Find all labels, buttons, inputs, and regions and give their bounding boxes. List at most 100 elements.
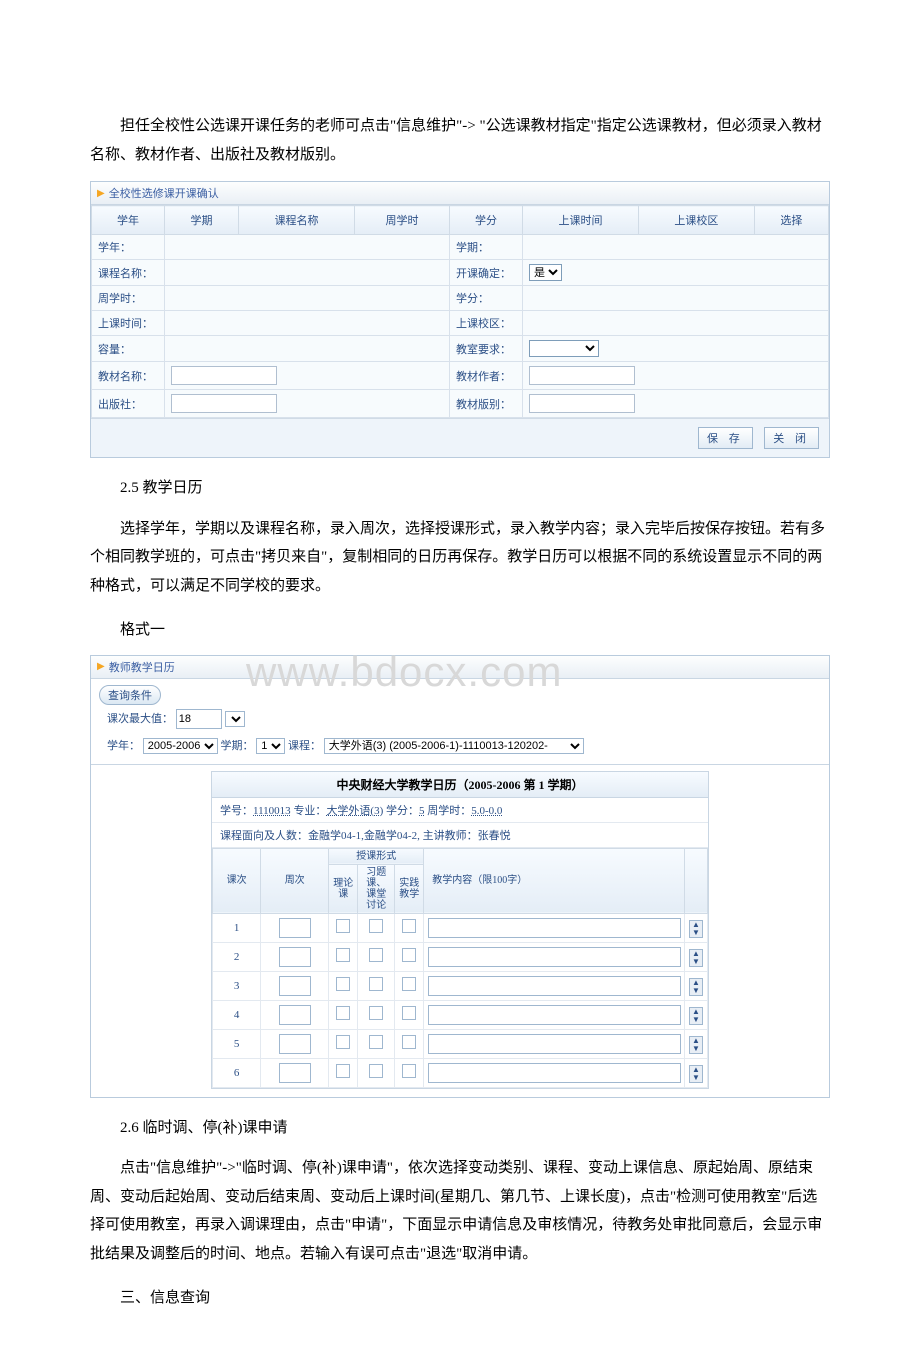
link-code[interactable]: 1110013 bbox=[253, 805, 291, 817]
close-button[interactable]: 关 闭 bbox=[764, 427, 819, 449]
week-input[interactable] bbox=[279, 918, 311, 938]
lbl-campus: 上课校区： bbox=[450, 311, 523, 336]
cell-seq: 1 bbox=[213, 913, 261, 942]
checkbox-theory[interactable] bbox=[336, 919, 350, 933]
content-input[interactable] bbox=[428, 947, 681, 967]
checkbox-exercise[interactable] bbox=[369, 977, 383, 991]
spin-icon[interactable]: ▲▼ bbox=[689, 978, 703, 996]
table-row: 5 ▲▼ bbox=[213, 1029, 708, 1058]
checkbox-practice[interactable] bbox=[402, 948, 416, 962]
lbl-edition: 教材版别： bbox=[450, 390, 523, 418]
checkbox-theory[interactable] bbox=[336, 977, 350, 991]
checkbox-theory[interactable] bbox=[336, 1064, 350, 1078]
spin-icon[interactable]: ▲▼ bbox=[689, 949, 703, 967]
th-select: 选择 bbox=[754, 206, 828, 235]
checkbox-theory[interactable] bbox=[336, 948, 350, 962]
week-input[interactable] bbox=[279, 1034, 311, 1054]
year-select[interactable]: 2005-2006 bbox=[143, 738, 218, 754]
content-input[interactable] bbox=[428, 976, 681, 996]
section-2-6-title: 2.6 临时调、停(补)课申请 bbox=[90, 1114, 830, 1143]
checkbox-exercise[interactable] bbox=[369, 1006, 383, 1020]
cell-seq: 3 bbox=[213, 971, 261, 1000]
content-input[interactable] bbox=[428, 918, 681, 938]
query-badge[interactable]: 查询条件 bbox=[99, 685, 161, 705]
lbl-time: 上课时间： bbox=[92, 311, 165, 336]
spin-icon[interactable]: ▲▼ bbox=[689, 1036, 703, 1054]
checkbox-practice[interactable] bbox=[402, 1035, 416, 1049]
lbl-term2: 学期： bbox=[221, 740, 254, 752]
cal-title-text: 教师教学日历 bbox=[109, 659, 175, 675]
checkbox-practice[interactable] bbox=[402, 977, 416, 991]
content-input[interactable] bbox=[428, 1005, 681, 1025]
gh-c1: 课次 bbox=[213, 848, 261, 913]
checkbox-exercise[interactable] bbox=[369, 919, 383, 933]
section-3-title: 三、信息查询 bbox=[90, 1284, 830, 1313]
content-input[interactable] bbox=[428, 1034, 681, 1054]
th-year: 学年 bbox=[92, 206, 165, 235]
term-select[interactable]: 1 bbox=[256, 738, 285, 754]
cal-panel-title: ▶ 教师教学日历 bbox=[91, 656, 829, 679]
meta-line-2: 课程面向及人数：金融学04-1,金融学04-2, 主讲教师：张春悦 bbox=[212, 823, 708, 848]
lbl-confirm: 开课确定： bbox=[450, 260, 523, 286]
panel-title: 全校性选修课开课确认 bbox=[109, 185, 219, 201]
link-weekhour[interactable]: 5.0-0.0 bbox=[471, 805, 502, 817]
meta-line-1: 学号：1110013 专业：大学外语(3) 学分：5 周学时：5.0-0.0 bbox=[212, 798, 708, 823]
lbl-term: 学期： bbox=[450, 235, 523, 260]
confirm-select[interactable]: 是 bbox=[529, 264, 562, 281]
section-2-5-para: 选择学年，学期以及课程名称，录入周次，选择授课形式，录入教学内容；录入完毕后按保… bbox=[90, 515, 830, 601]
gh-c2: 周次 bbox=[261, 848, 329, 913]
save-button[interactable]: 保 存 bbox=[698, 427, 753, 449]
spin-icon[interactable]: ▲▼ bbox=[689, 920, 703, 938]
checkbox-exercise[interactable] bbox=[369, 1064, 383, 1078]
link-credit[interactable]: 5 bbox=[419, 805, 425, 817]
section-2-5-title: 2.5 教学日历 bbox=[90, 474, 830, 503]
course-select[interactable]: 大学外语(3) (2005-2006-1)-1110013-120202- bbox=[324, 738, 584, 754]
roomreq-select[interactable] bbox=[529, 340, 599, 357]
book-input[interactable] bbox=[171, 366, 277, 385]
header-row: 学年 学期 课程名称 周学时 学分 上课时间 上课校区 选择 bbox=[92, 206, 829, 235]
th-course: 课程名称 bbox=[239, 206, 355, 235]
gh-g2: 习题课、课堂讨论 bbox=[358, 864, 395, 913]
week-input[interactable] bbox=[279, 976, 311, 996]
lbl-author: 教材作者： bbox=[450, 362, 523, 390]
th-time: 上课时间 bbox=[523, 206, 639, 235]
intro-paragraph: 担任全校性公选课开课任务的老师可点击"信息维护"-> "公选课教材指定"指定公选… bbox=[90, 112, 830, 169]
publisher-input[interactable] bbox=[171, 394, 277, 413]
author-input[interactable] bbox=[529, 366, 635, 385]
checkbox-exercise[interactable] bbox=[369, 1035, 383, 1049]
checkbox-practice[interactable] bbox=[402, 919, 416, 933]
lbl-course: 课程名称： bbox=[92, 260, 165, 286]
link-major[interactable]: 大学外语(3) bbox=[326, 805, 383, 817]
lbl-capacity: 容量： bbox=[92, 336, 165, 362]
lbl-pub: 出版社： bbox=[92, 390, 165, 418]
lbl-course2: 课程： bbox=[288, 740, 321, 752]
checkbox-theory[interactable] bbox=[336, 1035, 350, 1049]
week-input[interactable] bbox=[279, 1063, 311, 1083]
gh-g1: 理论课 bbox=[329, 864, 358, 913]
arrow-icon: ▶ bbox=[97, 188, 105, 199]
checkbox-practice[interactable] bbox=[402, 1006, 416, 1020]
calendar-panel: www.bdocx.com ▶ 教师教学日历 查询条件 课次最大值： 学年： 2… bbox=[90, 655, 830, 1098]
week-input[interactable] bbox=[279, 1005, 311, 1025]
checkbox-theory[interactable] bbox=[336, 1006, 350, 1020]
spin-icon[interactable]: ▲▼ bbox=[689, 1007, 703, 1025]
checkbox-exercise[interactable] bbox=[369, 948, 383, 962]
max-spin[interactable] bbox=[225, 711, 245, 727]
lbl-year2: 学年： bbox=[107, 740, 140, 752]
calendar-title: 中央财经大学教学日历（2005-2006 第 1 学期） bbox=[212, 772, 708, 798]
format1-label: 格式一 bbox=[90, 616, 830, 645]
lbl-roomreq: 教室要求： bbox=[450, 336, 523, 362]
lbl-book: 教材名称： bbox=[92, 362, 165, 390]
checkbox-practice[interactable] bbox=[402, 1064, 416, 1078]
max-input[interactable] bbox=[176, 709, 222, 729]
gh-grp: 授课形式 bbox=[329, 848, 424, 864]
cell-seq: 5 bbox=[213, 1029, 261, 1058]
th-term: 学期 bbox=[165, 206, 239, 235]
content-input[interactable] bbox=[428, 1063, 681, 1083]
edition-input[interactable] bbox=[529, 394, 635, 413]
spin-icon[interactable]: ▲▼ bbox=[689, 1065, 703, 1083]
table-row: 3 ▲▼ bbox=[213, 971, 708, 1000]
gh-g3: 实践教学 bbox=[395, 864, 424, 913]
th-weekhour: 周学时 bbox=[355, 206, 450, 235]
week-input[interactable] bbox=[279, 947, 311, 967]
